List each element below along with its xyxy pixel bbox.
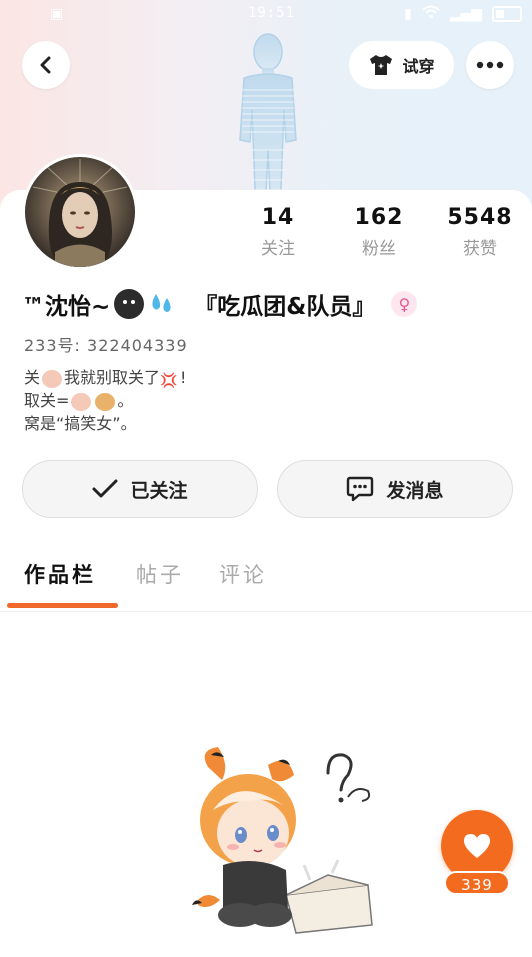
avatar-portrait bbox=[32, 159, 128, 267]
wifi-icon bbox=[422, 5, 440, 23]
empty-state-illustration bbox=[192, 747, 373, 934]
try-on-label: 试穿 bbox=[402, 57, 435, 76]
battery-icon bbox=[492, 6, 522, 22]
active-tab-indicator bbox=[7, 603, 118, 608]
stat-value: 14 bbox=[261, 205, 295, 230]
bio-text: 。 bbox=[117, 391, 134, 410]
profile-name: ™沈怡~ bbox=[22, 294, 111, 320]
checkmark-icon bbox=[92, 479, 118, 498]
bio-text: 窝是“搞笑女”。 bbox=[24, 414, 137, 433]
profile-name-row: ™沈怡~ 『吃瓜团&队员』 ♀ bbox=[22, 287, 418, 321]
user-id: 233号: 322404339 bbox=[24, 332, 188, 356]
stat-label: 关注 bbox=[261, 239, 295, 259]
stat-label: 获赞 bbox=[463, 239, 497, 259]
status-bar: ▣ 19:51 ▮ ▂▄▆ bbox=[0, 0, 532, 28]
like-count: 339 bbox=[444, 871, 510, 895]
status-time: 19:51 bbox=[248, 5, 296, 21]
heart-icon bbox=[464, 834, 490, 858]
anger-emoji-icon: 💢 bbox=[160, 372, 178, 389]
bio-text: 取关= bbox=[24, 391, 70, 410]
user-id-value[interactable]: 322404339 bbox=[87, 336, 188, 355]
stat-followers[interactable]: 162 粉丝 bbox=[339, 205, 419, 259]
avatar-figure-hologram bbox=[239, 33, 297, 215]
profile-stats: 14 关注 162 粉丝 5548 获赞 bbox=[240, 205, 530, 275]
bio-text: ! bbox=[180, 368, 187, 387]
chevron-left-icon bbox=[40, 56, 51, 74]
tshirt-icon bbox=[370, 55, 393, 75]
tab-works[interactable]: 作品栏 bbox=[24, 559, 96, 589]
dog-emoji-icon bbox=[95, 392, 116, 411]
sweat-drop-emoji-icon bbox=[152, 294, 171, 312]
bio-text: 关 bbox=[24, 368, 41, 387]
chat-bubble-icon bbox=[347, 476, 374, 502]
avatar[interactable] bbox=[22, 154, 138, 270]
pig-emoji-icon bbox=[71, 392, 92, 411]
stat-label: 粉丝 bbox=[362, 239, 396, 259]
tab-posts[interactable]: 帖子 bbox=[136, 559, 184, 589]
send-message-button[interactable]: 发消息 bbox=[277, 460, 513, 518]
stat-likes[interactable]: 5548 获赞 bbox=[440, 205, 520, 259]
face-emoji-icon bbox=[114, 289, 145, 319]
try-on-button[interactable]: 试穿 bbox=[349, 41, 454, 89]
bio-text: 我就别取关了 bbox=[64, 368, 161, 387]
stat-following[interactable]: 14 关注 bbox=[238, 205, 318, 259]
back-button[interactable] bbox=[22, 41, 70, 89]
profile-bio: 关 我就别取关了💢! 取关= 。 窝是“搞笑女”。 bbox=[24, 366, 186, 435]
screenshot-icon: ▣ bbox=[50, 6, 64, 22]
female-gender-icon: ♀ bbox=[391, 291, 418, 317]
group-tag: 『吃瓜团&队员』 bbox=[194, 294, 376, 320]
tab-comments[interactable]: 评论 bbox=[219, 559, 267, 589]
more-options-button[interactable] bbox=[466, 41, 514, 89]
pig-emoji-icon bbox=[42, 369, 63, 388]
notification-icon: ▮ bbox=[403, 6, 412, 22]
stat-value: 5548 bbox=[447, 205, 513, 230]
more-dots-icon bbox=[476, 61, 504, 69]
signal-icon: ▂▄▆ bbox=[449, 6, 482, 22]
send-message-label: 发消息 bbox=[386, 479, 444, 502]
following-button[interactable]: 已关注 bbox=[22, 460, 258, 518]
user-id-label: 233号: bbox=[24, 336, 81, 355]
following-label: 已关注 bbox=[130, 479, 188, 502]
stat-value: 162 bbox=[354, 205, 404, 230]
